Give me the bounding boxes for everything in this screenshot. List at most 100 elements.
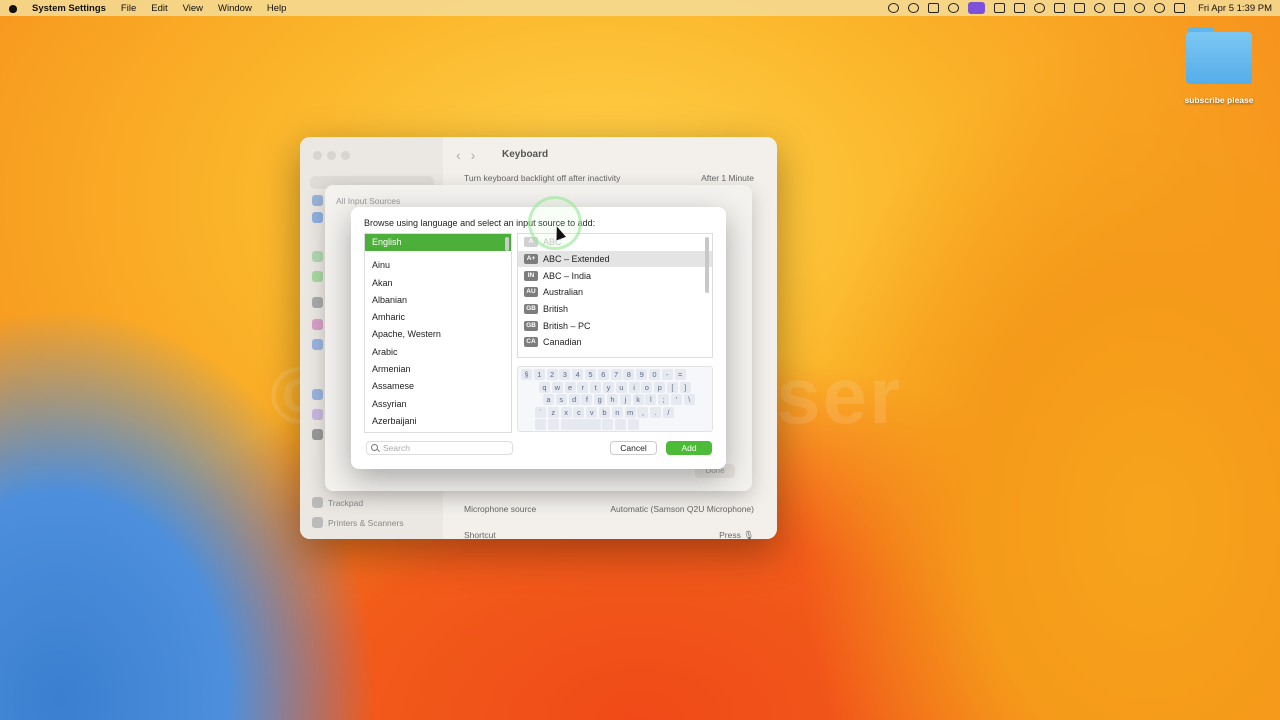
play-status-icon[interactable] — [1094, 3, 1106, 13]
shortcut-row[interactable]: Shortcut Press 🎙 — [464, 530, 754, 539]
keyboard-key: j — [619, 394, 631, 406]
apple-menu-icon[interactable] — [8, 3, 18, 14]
search-placeholder: Search — [383, 443, 410, 453]
input-source-list[interactable]: A ABC A+ ABC – Extended IN ABC – India A… — [517, 233, 713, 358]
sidebar-icon — [312, 409, 323, 420]
display-status-icon[interactable] — [1074, 3, 1086, 13]
source-name: ABC – Extended — [543, 254, 610, 265]
keyboard-key: o — [641, 381, 653, 393]
brightness-status-icon[interactable] — [1034, 3, 1046, 13]
screenshot-status-icon[interactable] — [928, 3, 940, 13]
list-item[interactable]: AU Australian — [518, 284, 712, 301]
keyboard-key: h — [606, 394, 618, 406]
menu-bar: System Settings File Edit View Window He… — [0, 0, 1280, 16]
keyboard-key: \ — [683, 394, 695, 406]
language-scrollbar[interactable] — [505, 237, 509, 251]
list-item[interactable]: IN ABC – India — [518, 267, 712, 284]
wifi-icon[interactable] — [1134, 3, 1146, 13]
keyboard-key: y — [602, 381, 614, 393]
menu-help[interactable]: Help — [267, 3, 287, 14]
download-status-icon[interactable] — [994, 3, 1006, 13]
zoom-button[interactable] — [341, 151, 350, 160]
language-list[interactable]: English Ainu Akan Albanian Amharic Apach… — [364, 233, 512, 433]
list-item[interactable]: English — [365, 234, 511, 252]
source-badge: AU — [524, 287, 538, 298]
sidebar-item-label: Printers & Scanners — [328, 517, 404, 528]
keyboard-status-icon[interactable] — [968, 2, 986, 14]
list-item[interactable]: GB British – PC — [518, 317, 712, 334]
list-item[interactable]: Akan — [365, 275, 511, 292]
list-item[interactable]: Assamese — [365, 378, 511, 395]
cancel-button[interactable]: Cancel — [610, 441, 657, 455]
vpn-status-icon[interactable] — [948, 3, 960, 13]
row-value[interactable]: Press 🎙 — [719, 530, 754, 539]
list-item[interactable]: Ainu — [365, 257, 511, 274]
sidebar-icon — [312, 429, 323, 440]
row-label: Microphone source — [464, 504, 537, 514]
menu-file[interactable]: File — [121, 3, 136, 14]
list-item[interactable]: Azerbaijani — [365, 413, 511, 430]
keyboard-key: 4 — [572, 369, 584, 380]
list-item[interactable]: A+ ABC – Extended — [518, 250, 712, 268]
menu-window[interactable]: Window — [218, 3, 252, 14]
volume-status-icon[interactable] — [1054, 3, 1066, 13]
row-value[interactable]: Automatic (Samson Q2U Microphone) — [610, 504, 754, 514]
search-icon — [371, 444, 378, 451]
keyboard-key: 2 — [546, 369, 558, 380]
row-value[interactable]: After 1 Minute — [701, 173, 754, 183]
backlight-row[interactable]: Turn keyboard backlight off after inacti… — [464, 173, 754, 183]
sidebar-icon — [312, 195, 323, 206]
control-center-icon[interactable] — [1174, 3, 1186, 13]
sidebar-item-printers[interactable]: Printers & Scanners — [312, 517, 404, 528]
sidebar-icon — [312, 339, 323, 350]
keyboard-key: t — [590, 381, 602, 393]
spotlight-search-icon[interactable] — [1154, 3, 1166, 13]
source-name: Australian — [543, 287, 584, 298]
keyboard-key: 5 — [584, 369, 596, 380]
keyboard-key: ] — [679, 381, 691, 393]
list-item[interactable]: Assyrian — [365, 396, 511, 413]
focus-status-icon[interactable] — [888, 3, 900, 13]
keyboard-row — [521, 419, 709, 431]
list-item[interactable]: Armenian — [365, 361, 511, 378]
keyboard-row: a s d f g h j k l; ' \ — [521, 394, 709, 406]
menu-view[interactable]: View — [183, 3, 203, 14]
cloud-status-icon[interactable] — [908, 3, 920, 13]
keyboard-key: a — [543, 394, 554, 406]
keyboard-key: 1 — [533, 369, 545, 380]
list-item[interactable]: GB British — [518, 301, 712, 318]
keyboard-key: - — [661, 369, 673, 380]
list-item[interactable]: Apache, Western — [365, 326, 511, 343]
language-search-input[interactable]: Search — [366, 441, 513, 455]
add-button[interactable]: Add — [666, 441, 712, 455]
keyboard-key — [535, 419, 546, 431]
row-label: Turn keyboard backlight off after inacti… — [464, 173, 621, 183]
sidebar-item-trackpad[interactable]: Trackpad — [312, 497, 363, 508]
minimize-button[interactable] — [327, 151, 336, 160]
menu-edit[interactable]: Edit — [151, 3, 167, 14]
mic-source-row[interactable]: Microphone source Automatic (Samson Q2U … — [464, 504, 754, 514]
keyboard-preview: § 1 2 3 4 5 6 7 8 9 0- = q w e r t y u i o p[] a s d f g h j k l; ' \ ` z x… — [517, 366, 713, 432]
clipboard-status-icon[interactable] — [1014, 3, 1026, 13]
list-item[interactable]: Amharic — [365, 309, 511, 326]
menu-clock[interactable]: Fri Apr 5 1:39 PM — [1198, 3, 1272, 14]
keyboard-key: g — [594, 394, 606, 406]
source-scrollbar[interactable] — [705, 237, 709, 293]
source-badge: GB — [524, 304, 538, 315]
keyboard-key: c — [573, 406, 585, 418]
keyboard-key: 0 — [648, 369, 660, 380]
nav-back-forward[interactable]: ‹› — [456, 147, 485, 163]
printer-icon — [312, 517, 323, 528]
keyboard-key: 3 — [559, 369, 571, 380]
keyboard-key: r — [577, 381, 589, 393]
battery-icon[interactable] — [1114, 3, 1126, 13]
keyboard-key: w — [551, 381, 563, 393]
list-item[interactable]: Albanian — [365, 292, 511, 309]
close-button[interactable] — [313, 151, 322, 160]
keyboard-key: p — [654, 381, 666, 393]
source-name: Canadian — [543, 337, 582, 348]
list-item[interactable]: CA Canadian — [518, 334, 712, 351]
list-item[interactable]: Arabic — [365, 344, 511, 361]
desktop-folder-icon[interactable] — [1186, 27, 1252, 85]
menu-app-name[interactable]: System Settings — [32, 3, 106, 14]
